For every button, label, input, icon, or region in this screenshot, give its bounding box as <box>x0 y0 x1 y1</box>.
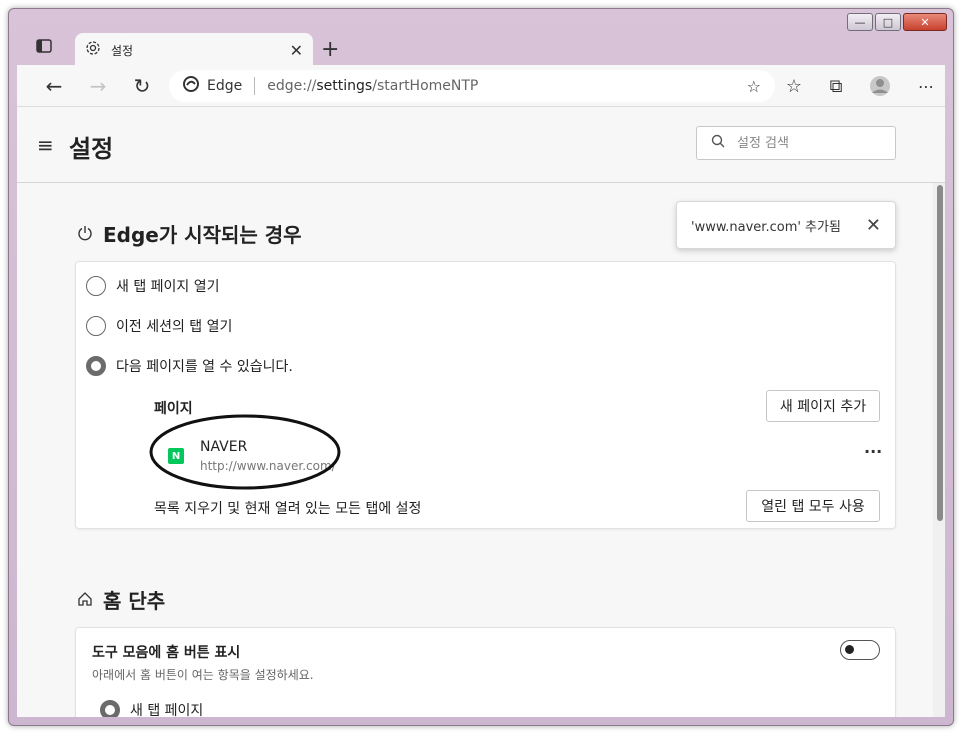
address-separator <box>254 77 256 95</box>
home-button-toggle[interactable] <box>840 640 880 660</box>
gear-icon <box>85 40 101 60</box>
settings-search[interactable] <box>696 126 896 160</box>
url-bold: settings <box>316 78 373 94</box>
tab-title: 설정 <box>111 43 134 58</box>
new-tab-button[interactable]: + <box>321 37 339 62</box>
added-toast: 'www.naver.com' 추가됨 ✕ <box>676 201 896 249</box>
option-previous-session[interactable]: 이전 세션의 탭 열기 <box>86 316 232 336</box>
address-bar[interactable]: Edge edge://settings/startHomeNTP ☆ <box>169 70 775 102</box>
search-icon <box>711 134 725 152</box>
option-specific-pages-label: 다음 페이지를 열 수 있습니다. <box>116 359 293 375</box>
tab-actions-icon[interactable] <box>35 37 55 57</box>
tab-settings[interactable]: 설정 ✕ <box>75 33 313 67</box>
forward-button[interactable]: → <box>85 73 111 99</box>
menu-icon[interactable]: ≡ <box>37 133 54 157</box>
startup-section-title: Edge가 시작되는 경우 <box>77 219 302 248</box>
tab-strip: 설정 ✕ + <box>17 29 945 67</box>
home-toggle-desc: 아래에서 홈 버튼이 여는 항목을 설정하세요. <box>92 668 314 682</box>
home-option-new-tab[interactable]: 새 탭 페이지 <box>100 700 203 717</box>
add-page-button[interactable]: 새 페이지 추가 <box>766 390 880 422</box>
scrollbar-thumb[interactable] <box>937 185 943 521</box>
power-icon <box>77 222 93 246</box>
home-option-new-tab-label: 새 탭 페이지 <box>130 703 204 717</box>
annotation-ellipse <box>149 414 341 490</box>
address-url: edge://settings/startHomeNTP <box>267 78 478 94</box>
page-title: 설정 <box>69 135 114 163</box>
clear-and-set-label: 목록 지우기 및 현재 열려 있는 모든 탭에 설정 <box>154 501 422 517</box>
refresh-button[interactable]: ↻ <box>129 73 155 99</box>
settings-header: ≡ 설정 <box>17 107 945 183</box>
home-title-text: 홈 단추 <box>103 589 166 613</box>
profile-avatar[interactable] <box>867 73 893 99</box>
option-specific-pages[interactable]: 다음 페이지를 열 수 있습니다. <box>86 356 293 376</box>
url-prefix: edge:// <box>267 78 317 94</box>
back-button[interactable]: ← <box>41 73 67 99</box>
toast-message: 'www.naver.com' 추가됨 <box>691 219 841 235</box>
edge-logo-icon <box>183 76 199 96</box>
startup-title-text: Edge가 시작되는 경우 <box>103 223 302 247</box>
add-favorite-icon[interactable]: ☆ <box>747 77 761 96</box>
toolbar: ← → ↻ Edge edge://settings/startHomeNTP … <box>17 65 945 107</box>
option-new-tab-label: 새 탭 페이지 열기 <box>116 279 220 295</box>
startup-card: 새 탭 페이지 열기 이전 세션의 탭 열기 다음 페이지를 열 수 있습니다.… <box>75 261 896 529</box>
home-icon <box>77 588 93 612</box>
settings-page: ≡ 설정 Edge가 시작되는 경우 'www.naver.com' 추가됨 ✕ <box>17 107 945 717</box>
radio-home-new-tab[interactable] <box>100 700 120 717</box>
browser-window: — □ ✕ 설정 ✕ + ← → ↻ Edge edge://settings/… <box>8 8 954 726</box>
url-rest: /startHomeNTP <box>372 78 479 94</box>
search-input[interactable] <box>737 135 877 151</box>
radio-previous-session[interactable] <box>86 316 106 336</box>
close-icon[interactable]: ✕ <box>866 215 881 236</box>
home-section-title: 홈 단추 <box>77 585 165 614</box>
tab-close-icon[interactable]: ✕ <box>290 41 303 60</box>
page-item-more-icon[interactable]: ··· <box>864 442 882 461</box>
toggle-knob <box>845 645 854 654</box>
option-new-tab[interactable]: 새 탭 페이지 열기 <box>86 276 220 296</box>
option-previous-session-label: 이전 세션의 탭 열기 <box>116 319 233 335</box>
home-card: 도구 모음에 홈 버튼 표시 아래에서 홈 버튼이 여는 항목을 설정하세요. … <box>75 627 896 717</box>
use-all-tabs-button[interactable]: 열린 탭 모두 사용 <box>746 490 880 522</box>
favorites-icon[interactable]: ☆ <box>781 73 807 99</box>
collections-icon[interactable]: ⧉ <box>823 73 849 99</box>
radio-new-tab[interactable] <box>86 276 106 296</box>
address-brand: Edge <box>207 78 243 94</box>
home-toggle-title: 도구 모음에 홈 버튼 표시 <box>92 645 241 661</box>
radio-specific-pages[interactable] <box>86 356 106 376</box>
more-menu-icon[interactable]: ⋯ <box>913 73 939 99</box>
